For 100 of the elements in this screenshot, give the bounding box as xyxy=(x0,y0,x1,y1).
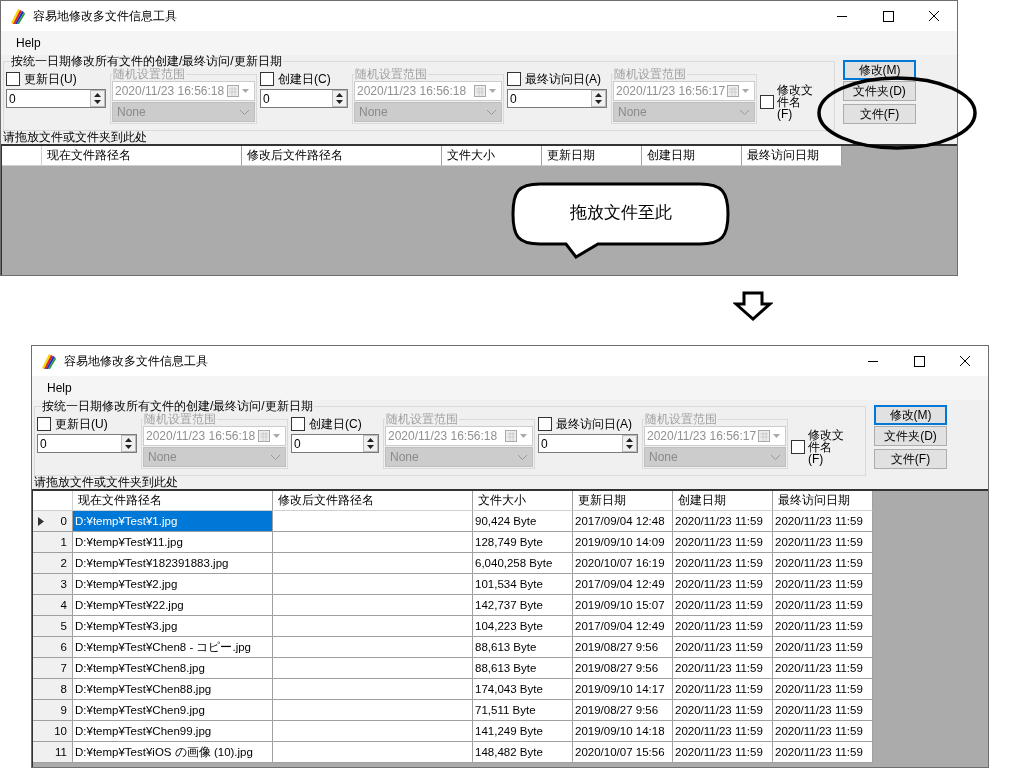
checkbox[interactable] xyxy=(260,72,274,86)
menu-item[interactable]: Help xyxy=(16,36,41,50)
number-field[interactable]: 0 xyxy=(37,434,137,453)
spin-button[interactable] xyxy=(591,90,606,107)
window-title: 容易地修改多文件信息工具 xyxy=(64,352,209,370)
spin-button[interactable] xyxy=(121,435,136,452)
table-cell[interactable]: D:¥temp¥Test¥22.jpg xyxy=(73,595,273,616)
action-button[interactable]: 文件夹(D) xyxy=(843,81,916,101)
table-cell: 2020/10/07 15:56 xyxy=(573,742,673,763)
table-cell: 104,223 Byte xyxy=(473,616,573,637)
table-cell[interactable]: D:¥temp¥Test¥1.jpg xyxy=(73,511,273,532)
number-field[interactable]: 0 xyxy=(260,89,348,108)
menu-item[interactable]: Help xyxy=(47,381,72,395)
checkbox[interactable] xyxy=(791,440,805,454)
table-cell: 2020/11/23 11:59 xyxy=(673,679,773,700)
table-cell: 2020/11/23 11:59 xyxy=(673,595,773,616)
down-arrow-icon xyxy=(733,291,773,321)
chevron-icon xyxy=(270,453,281,461)
column-header[interactable]: 现在文件路径名 xyxy=(73,491,273,511)
column-header[interactable]: 创建日期 xyxy=(673,491,773,511)
checkbox[interactable] xyxy=(291,417,305,431)
corner-header[interactable] xyxy=(33,491,73,511)
table-cell[interactable] xyxy=(273,721,473,742)
table-cell: 2020/11/23 11:59 xyxy=(773,679,873,700)
table-cell[interactable]: D:¥temp¥Test¥11.jpg xyxy=(73,532,273,553)
column-header[interactable]: 更新日期 xyxy=(542,146,642,166)
number-field[interactable]: 0 xyxy=(538,434,638,453)
action-button[interactable]: 文件夹(D) xyxy=(874,426,947,446)
group-title: 随机设置范围 xyxy=(644,413,718,426)
checkbox[interactable] xyxy=(538,417,552,431)
action-button[interactable]: 修改(M) xyxy=(874,405,947,425)
table-cell[interactable]: D:¥temp¥Test¥Chen88.jpg xyxy=(73,679,273,700)
table-cell[interactable]: D:¥temp¥Test¥182391883.jpg xyxy=(73,553,273,574)
chevron-icon xyxy=(770,453,781,461)
spin-button[interactable] xyxy=(363,435,378,452)
column-header[interactable]: 创建日期 xyxy=(642,146,742,166)
chevron-icon xyxy=(239,108,250,116)
table-cell[interactable] xyxy=(273,511,473,532)
table-cell: 101,534 Byte xyxy=(473,574,573,595)
column-header[interactable]: 最终访问日期 xyxy=(742,146,842,166)
table-cell[interactable] xyxy=(273,637,473,658)
table-cell[interactable] xyxy=(273,742,473,763)
table-cell: 2017/09/04 12:49 xyxy=(573,616,673,637)
table-cell: 2020/10/07 16:19 xyxy=(573,553,673,574)
number-field[interactable]: 0 xyxy=(507,89,607,108)
spin-button[interactable] xyxy=(622,435,637,452)
row-number: 6 xyxy=(60,641,67,653)
table-cell: 2020/11/23 11:59 xyxy=(773,700,873,721)
table-cell: 2017/09/04 12:49 xyxy=(573,574,673,595)
table-cell[interactable]: D:¥temp¥Test¥Chen9.jpg xyxy=(73,700,273,721)
checkbox[interactable] xyxy=(6,72,20,86)
table-cell[interactable] xyxy=(273,532,473,553)
table-cell[interactable] xyxy=(273,595,473,616)
table-cell[interactable] xyxy=(273,574,473,595)
number-field[interactable]: 0 xyxy=(291,434,379,453)
table-cell: 2019/08/27 9:56 xyxy=(573,658,673,679)
column-header[interactable]: 更新日期 xyxy=(573,491,673,511)
table-cell[interactable]: D:¥temp¥Test¥Chen8 - コピー.jpg xyxy=(73,637,273,658)
checkbox-label: 最终访问日(A) xyxy=(525,70,601,88)
table-cell: 2020/11/23 11:59 xyxy=(673,658,773,679)
table-cell[interactable] xyxy=(273,658,473,679)
table-cell: 141,249 Byte xyxy=(473,721,573,742)
table-cell[interactable] xyxy=(273,553,473,574)
table-cell: 88,613 Byte xyxy=(473,658,573,679)
table-cell[interactable] xyxy=(273,700,473,721)
table-cell[interactable]: D:¥temp¥Test¥2.jpg xyxy=(73,574,273,595)
column-header[interactable]: 修改后文件路径名 xyxy=(273,491,473,511)
checkbox[interactable] xyxy=(760,95,774,109)
table-cell[interactable]: D:¥temp¥Test¥iOS の画像 (10).jpg xyxy=(73,742,273,763)
table-cell[interactable]: D:¥temp¥Test¥Chen8.jpg xyxy=(73,658,273,679)
column-header[interactable]: 修改后文件路径名 xyxy=(242,146,442,166)
checkbox[interactable] xyxy=(507,72,521,86)
spin-button[interactable] xyxy=(332,90,347,107)
spin-button[interactable] xyxy=(90,90,105,107)
table-cell[interactable] xyxy=(273,679,473,700)
chevron-icon xyxy=(739,108,750,116)
table-cell: 2019/08/27 9:56 xyxy=(573,700,673,721)
table-cell: 2019/09/10 14:17 xyxy=(573,679,673,700)
table-cell[interactable] xyxy=(273,616,473,637)
column-header[interactable]: 文件大小 xyxy=(442,146,542,166)
table-cell: 2019/08/27 9:56 xyxy=(573,637,673,658)
column-header[interactable]: 文件大小 xyxy=(473,491,573,511)
table-cell: 142,737 Byte xyxy=(473,595,573,616)
corner-header[interactable] xyxy=(2,146,42,166)
column-header[interactable]: 最终访问日期 xyxy=(773,491,873,511)
action-button[interactable]: 文件(F) xyxy=(843,104,916,124)
group-title: 随机设置范围 xyxy=(613,68,687,81)
number-field[interactable]: 0 xyxy=(6,89,106,108)
column-header[interactable]: 现在文件路径名 xyxy=(42,146,242,166)
table-cell: 2020/11/23 11:59 xyxy=(673,553,773,574)
table-cell: 6,040,258 Byte xyxy=(473,553,573,574)
table-cell[interactable]: D:¥temp¥Test¥Chen99.jpg xyxy=(73,721,273,742)
action-button[interactable]: 修改(M) xyxy=(843,60,916,80)
chevron-icon xyxy=(486,108,497,116)
checkbox[interactable] xyxy=(37,417,51,431)
table-cell[interactable]: D:¥temp¥Test¥3.jpg xyxy=(73,616,273,637)
action-button[interactable]: 文件(F) xyxy=(874,449,947,469)
table-cell: 2017/09/04 12:48 xyxy=(573,511,673,532)
table-cell: 2020/11/23 11:59 xyxy=(773,742,873,763)
table-cell: 2020/11/23 11:59 xyxy=(773,658,873,679)
